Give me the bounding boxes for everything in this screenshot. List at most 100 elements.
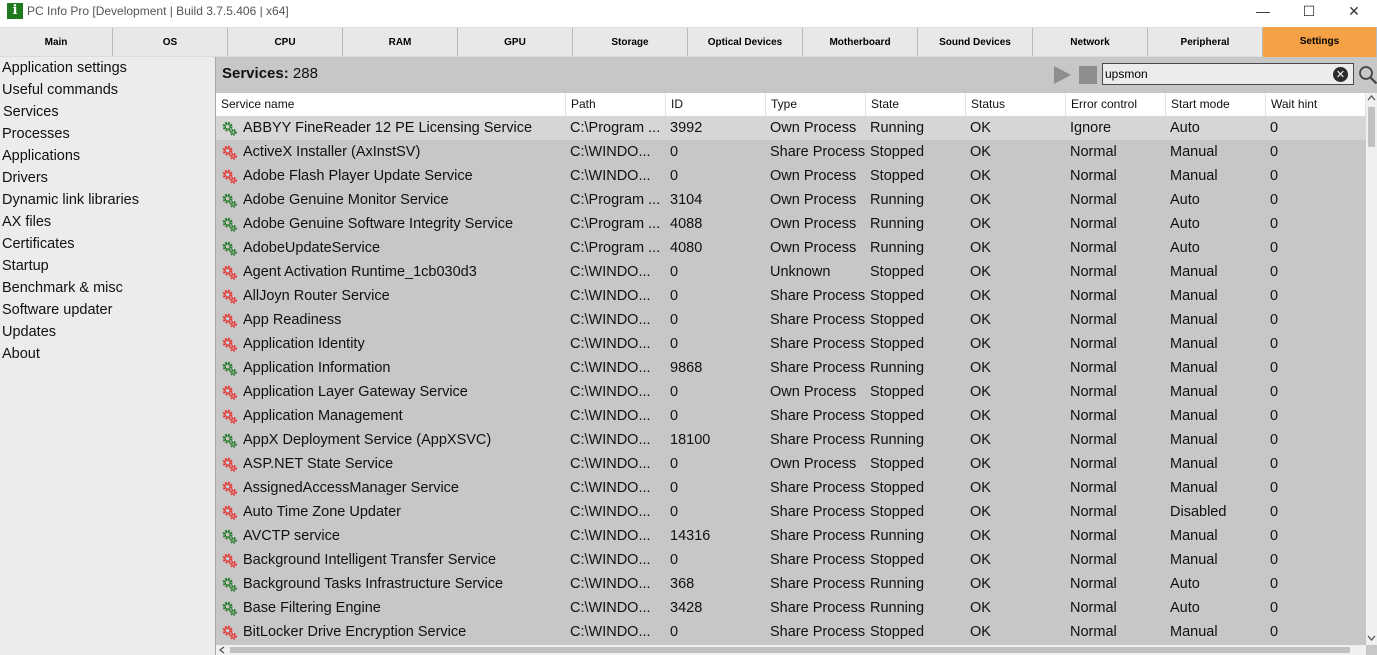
cell-error-control: Normal — [1070, 216, 1117, 232]
column-header-status[interactable]: Status — [966, 93, 1066, 116]
sidebar-item-updates[interactable]: Updates — [0, 321, 215, 343]
sidebar-item-processes[interactable]: Processes — [0, 123, 215, 145]
sidebar-item-startup[interactable]: Startup — [0, 255, 215, 277]
horizontal-scroll-thumb[interactable] — [230, 647, 1350, 653]
column-header-id[interactable]: ID — [666, 93, 766, 116]
maximize-button[interactable]: ☐ — [1286, 0, 1332, 22]
cell-status: OK — [970, 216, 991, 232]
search-input[interactable] — [1105, 65, 1327, 83]
tab-os[interactable]: OS — [113, 28, 228, 56]
cell-error-control: Normal — [1070, 168, 1117, 184]
table-row[interactable]: Adobe Genuine Monitor Service C:\Program … — [216, 188, 1366, 212]
service-name-text: Agent Activation Runtime_1cb030d3 — [243, 264, 477, 280]
cell-state: Running — [870, 216, 925, 232]
cell-service-name: Base Filtering Engine — [216, 596, 566, 620]
tab-storage[interactable]: Storage — [573, 28, 688, 56]
cell-start-mode: Auto — [1170, 216, 1200, 232]
table-row[interactable]: Agent Activation Runtime_1cb030d3 C:\WIND… — [216, 260, 1366, 284]
cell-wait-hint: 0 — [1270, 504, 1279, 520]
table-row[interactable]: Adobe Flash Player Update Service C:\WIND… — [216, 164, 1366, 188]
sidebar-item-benchmark[interactable]: Benchmark & misc — [0, 277, 215, 299]
search-icon[interactable] — [1358, 65, 1377, 85]
vertical-scrollbar[interactable] — [1366, 93, 1377, 645]
horizontal-scrollbar[interactable] — [216, 645, 1366, 655]
cell-status: OK — [970, 384, 991, 400]
table-row[interactable]: AdobeUpdateService C:\Program ... 4080 Own … — [216, 236, 1366, 260]
sidebar-item-certificates[interactable]: Certificates — [0, 233, 215, 255]
tab-network[interactable]: Network — [1033, 28, 1148, 56]
cell-start-mode: Manual — [1170, 624, 1218, 640]
column-header-error-control[interactable]: Error control — [1066, 93, 1166, 116]
play-icon[interactable] — [1054, 66, 1071, 84]
cell-id: 18100 — [670, 432, 711, 448]
sidebar-item-software-updater[interactable]: Software updater — [0, 299, 215, 321]
clear-search-icon[interactable]: ✕ — [1333, 67, 1348, 82]
table-row[interactable]: App Readiness C:\WINDO... 0 Share Process St… — [216, 308, 1366, 332]
tab-gpu[interactable]: GPU — [458, 28, 573, 56]
cell-error-control: Normal — [1070, 264, 1117, 280]
tab-motherboard[interactable]: Motherboard — [803, 28, 918, 56]
cell-wait-hint: 0 — [1270, 384, 1279, 400]
cell-type: Own Process — [770, 120, 857, 136]
service-name-text: Application Management — [243, 408, 403, 424]
cell-service-name: AdobeUpdateService — [216, 236, 566, 260]
sidebar-item-ax-files[interactable]: AX files — [0, 211, 215, 233]
table-row[interactable]: AppX Deployment Service (AppXSVC) C:\WIND… — [216, 428, 1366, 452]
table-row[interactable]: Auto Time Zone Updater C:\WINDO... 0 Share … — [216, 500, 1366, 524]
cell-service-name: Application Management — [216, 404, 566, 428]
table-row[interactable]: Background Tasks Infrastructure Service C… — [216, 572, 1366, 596]
tab-settings[interactable]: Settings — [1263, 27, 1377, 57]
close-button[interactable]: ✕ — [1331, 0, 1377, 22]
tab-sound-devices[interactable]: Sound Devices — [918, 28, 1033, 56]
scroll-down-icon[interactable] — [1367, 633, 1376, 643]
cell-type: Share Process — [770, 408, 866, 424]
table-row[interactable]: AVCTP service C:\WINDO... 14316 Share Proce… — [216, 524, 1366, 548]
sidebar-item-useful-commands[interactable]: Useful commands — [0, 79, 215, 101]
table-row[interactable]: Application Identity C:\WINDO... 0 Share Pr… — [216, 332, 1366, 356]
column-header-path[interactable]: Path — [566, 93, 666, 116]
cell-state: Running — [870, 120, 925, 136]
cell-path: C:\WINDO... — [570, 552, 651, 568]
column-header-state[interactable]: State — [866, 93, 966, 116]
column-header-wait-hint[interactable]: Wait hint — [1266, 93, 1366, 116]
table-row[interactable]: Background Intelligent Transfer Service C… — [216, 548, 1366, 572]
table-row[interactable]: ABBYY FineReader 12 PE Licensing Service… — [216, 116, 1366, 140]
services-panel: Services: 288 ✕ Service name Path ID Typ… — [216, 57, 1377, 655]
cell-id: 0 — [670, 480, 679, 496]
table-row[interactable]: Adobe Genuine Software Integrity Service… — [216, 212, 1366, 236]
tab-optical-devices[interactable]: Optical Devices — [688, 28, 803, 56]
vertical-scroll-thumb[interactable] — [1368, 107, 1375, 147]
tab-peripheral[interactable]: Peripheral — [1148, 28, 1263, 56]
tab-cpu[interactable]: CPU — [228, 28, 343, 56]
table-row[interactable]: BitLocker Drive Encryption Service C:\WIN… — [216, 620, 1366, 644]
cell-id: 0 — [670, 408, 679, 424]
table-row[interactable]: ActiveX Installer (AxInstSV) C:\WINDO... 0… — [216, 140, 1366, 164]
scroll-left-icon[interactable] — [218, 646, 226, 654]
cell-path: C:\Program ... — [570, 120, 661, 136]
cell-error-control: Normal — [1070, 600, 1117, 616]
sidebar-item-drivers[interactable]: Drivers — [0, 167, 215, 189]
table-row[interactable]: Application Management C:\WINDO... 0 Share … — [216, 404, 1366, 428]
sidebar-item-about[interactable]: About — [0, 343, 215, 365]
table-row[interactable]: AssignedAccessManager Service C:\WINDO...… — [216, 476, 1366, 500]
sidebar-item-applications[interactable]: Applications — [0, 145, 215, 167]
table-row[interactable]: Application Layer Gateway Service C:\WIND… — [216, 380, 1366, 404]
scroll-up-icon[interactable] — [1367, 93, 1376, 103]
column-header-type[interactable]: Type — [766, 93, 866, 116]
cell-status: OK — [970, 360, 991, 376]
stop-icon[interactable] — [1079, 66, 1097, 84]
cell-state: Running — [870, 432, 925, 448]
table-row[interactable]: Application Information C:\WINDO... 9868 Sh… — [216, 356, 1366, 380]
sidebar-item-services[interactable]: Services — [0, 101, 215, 123]
column-header-service-name[interactable]: Service name — [216, 93, 566, 116]
tab-main[interactable]: Main — [0, 28, 113, 56]
minimize-button[interactable]: — — [1240, 0, 1286, 22]
table-row[interactable]: Base Filtering Engine C:\WINDO... 3428 Shar… — [216, 596, 1366, 620]
tab-ram[interactable]: RAM — [343, 28, 458, 56]
sidebar-item-dynamic-link-libraries[interactable]: Dynamic link libraries — [0, 189, 215, 211]
column-header-start-mode[interactable]: Start mode — [1166, 93, 1266, 116]
table-row[interactable]: ASP.NET State Service C:\WINDO... 0 Own Pro… — [216, 452, 1366, 476]
cell-service-name: Auto Time Zone Updater — [216, 500, 566, 524]
table-row[interactable]: AllJoyn Router Service C:\WINDO... 0 Share … — [216, 284, 1366, 308]
sidebar-item-application-settings[interactable]: Application settings — [0, 57, 215, 79]
